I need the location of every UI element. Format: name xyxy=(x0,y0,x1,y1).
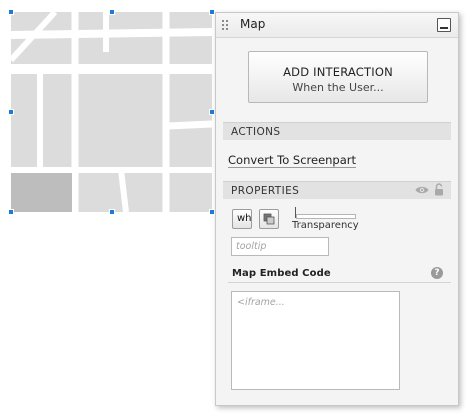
minimize-icon[interactable] xyxy=(437,18,451,32)
resize-handle-top-left[interactable] xyxy=(8,9,14,15)
tooltip-input[interactable]: tooltip xyxy=(231,237,329,256)
auto-size-button[interactable]: wh xyxy=(232,209,252,229)
resize-handle-top[interactable] xyxy=(109,9,115,15)
add-interaction-button[interactable]: ADD INTERACTION When the User... xyxy=(248,51,428,103)
resize-handle-left[interactable] xyxy=(8,109,14,115)
properties-header-label: PROPERTIES xyxy=(231,185,300,197)
properties-section-header: PROPERTIES xyxy=(223,181,451,199)
panel-title: Map xyxy=(240,17,266,31)
help-icon[interactable]: ? xyxy=(431,267,443,279)
text-size-icon: wh xyxy=(237,213,252,224)
transparency-slider-thumb[interactable] xyxy=(295,207,296,218)
transparency-slider[interactable] xyxy=(296,214,356,219)
drag-grip-icon[interactable] xyxy=(222,20,230,31)
add-interaction-sublabel: When the User... xyxy=(292,81,384,94)
layer-order-button[interactable] xyxy=(259,209,279,229)
layers-icon xyxy=(263,213,275,225)
actions-section-header: ACTIONS xyxy=(223,122,451,140)
panel-header[interactable]: Map xyxy=(216,13,458,38)
map-placeholder-graphic xyxy=(11,12,212,212)
add-interaction-label: ADD INTERACTION xyxy=(283,65,393,79)
divider xyxy=(228,282,451,283)
map-embed-code-textarea[interactable]: <iframe... xyxy=(231,291,400,390)
eye-icon[interactable] xyxy=(415,185,429,195)
actions-header-label: ACTIONS xyxy=(231,126,281,138)
map-widget[interactable] xyxy=(8,9,215,215)
convert-to-screenpart-link[interactable]: Convert To Screenpart xyxy=(228,153,357,168)
properties-panel: Map ADD INTERACTION When the User... ACT… xyxy=(215,12,459,406)
resize-handle-bottom-left[interactable] xyxy=(8,209,14,215)
resize-handle-bottom[interactable] xyxy=(109,209,115,215)
transparency-label: Transparency xyxy=(292,220,359,231)
map-embed-code-label: Map Embed Code xyxy=(232,268,331,279)
lock-icon[interactable] xyxy=(434,183,444,196)
